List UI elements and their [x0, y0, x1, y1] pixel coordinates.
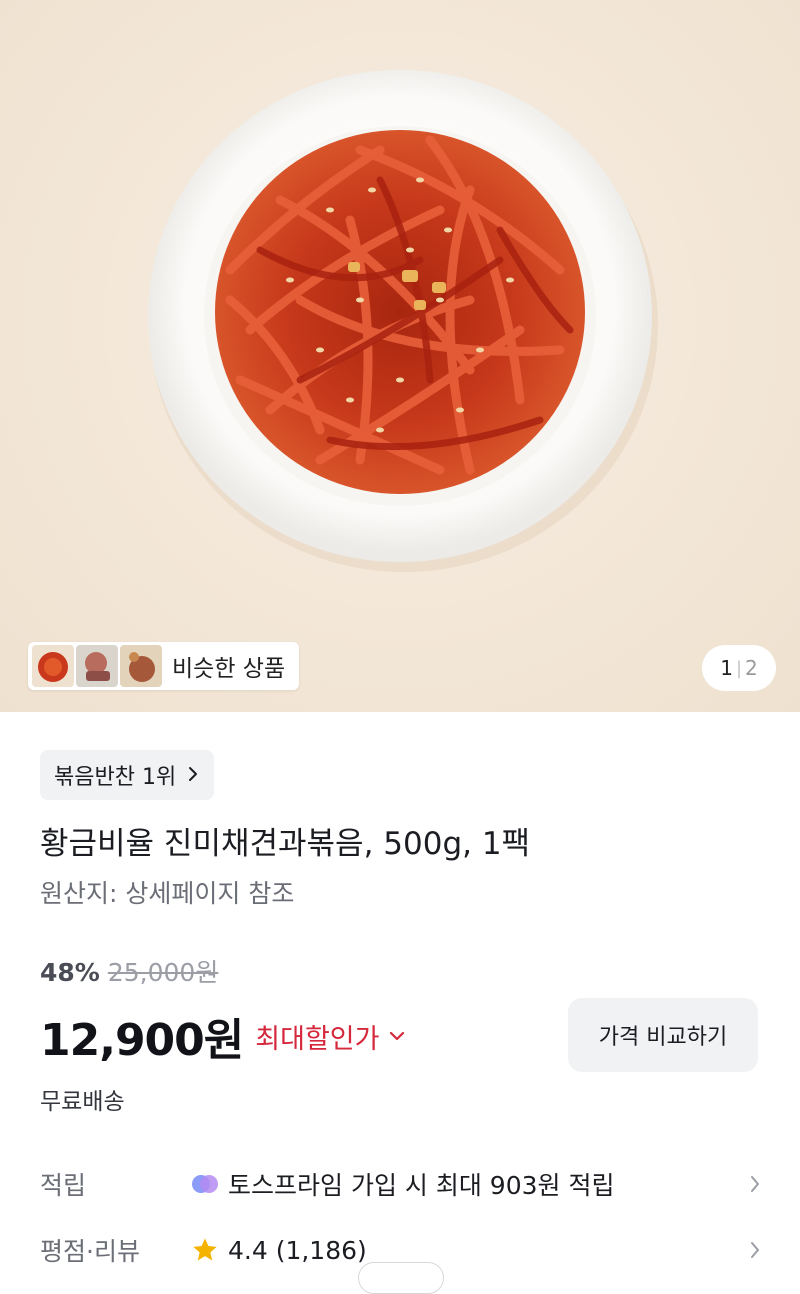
page-current: 1	[720, 656, 733, 680]
similar-thumb-3	[120, 645, 162, 687]
discount-info: 48% 25,000원	[40, 953, 218, 989]
similar-products-label: 비슷한 상품	[172, 656, 286, 682]
original-price: 25,000원	[107, 958, 219, 987]
chevron-right-icon	[750, 1175, 760, 1193]
product-image-gallery[interactable]: 비슷한 상품 1 | 2	[0, 0, 800, 712]
chevron-right-icon	[188, 763, 198, 788]
product-title: 황금비율 진미채견과볶음, 500g, 1팩	[40, 826, 531, 862]
review-value: 4.4 (1,186)	[228, 1235, 367, 1265]
max-discount-toggle[interactable]: 최대할인가	[255, 1017, 405, 1056]
category-rank-badge[interactable]: 볶음반찬 1위	[40, 750, 215, 800]
image-page-indicator: 1 | 2	[702, 645, 776, 691]
max-discount-label: 최대할인가	[255, 1023, 380, 1055]
star-icon	[190, 1236, 220, 1264]
page-separator: |	[735, 657, 743, 679]
chevron-right-icon	[750, 1241, 760, 1259]
similar-products-button[interactable]: 비슷한 상품	[28, 642, 300, 690]
chevron-down-icon	[390, 1031, 405, 1041]
page-total: 2	[745, 656, 758, 680]
similar-thumb-2	[76, 645, 118, 687]
reward-value: 토스프라임 가입 시 최대 903원 적립	[228, 1171, 615, 1200]
product-origin: 원산지: 상세페이지 참조	[40, 879, 295, 908]
discount-rate: 48%	[40, 958, 100, 987]
similar-thumb-1	[32, 645, 74, 687]
reward-row[interactable]: 적립 토스프라임 가입 시 최대 903원 적립	[40, 1162, 760, 1206]
sale-price: 12,900원	[40, 1015, 244, 1066]
toss-prime-icon	[190, 1172, 220, 1196]
reward-label: 적립	[40, 1171, 87, 1200]
price-compare-button[interactable]: 가격 비교하기	[568, 998, 758, 1072]
review-label: 평점·리뷰	[40, 1237, 140, 1266]
product-photo	[148, 70, 658, 572]
price-row: 12,900원 최대할인가	[40, 1004, 405, 1068]
shipping-info: 무료배송	[40, 1089, 125, 1115]
bottom-sheet-handle[interactable]	[358, 1262, 444, 1294]
rank-badge-label: 볶음반찬 1위	[54, 765, 177, 790]
